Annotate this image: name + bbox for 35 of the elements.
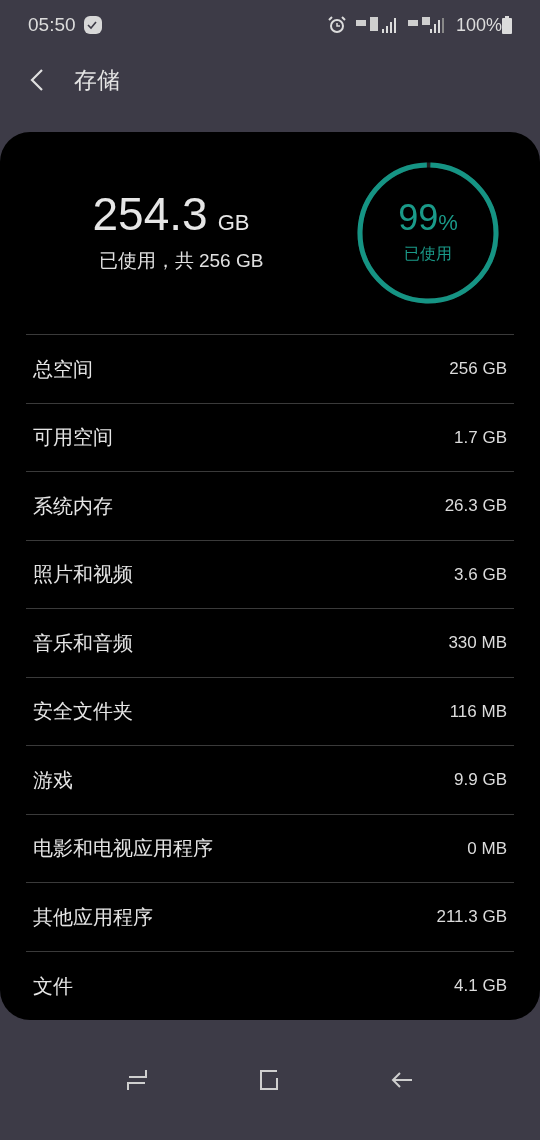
home-icon[interactable]: [259, 1070, 279, 1090]
storage-size: 9.9 GB: [454, 769, 507, 791]
storage-category[interactable]: 音乐和音频: [33, 627, 133, 658]
battery-icon: [502, 16, 512, 34]
storage-size: 3.6 GB: [454, 563, 507, 586]
notification-icon: [83, 16, 102, 34]
status-time: 05:50: [28, 12, 76, 37]
used-amount: 254.3: [92, 190, 208, 237]
storage-category[interactable]: 电影和电视应用程序: [33, 833, 213, 864]
storage-size: 4.1 GB: [454, 975, 507, 997]
storage-category[interactable]: 系统内存: [33, 490, 113, 521]
storage-category[interactable]: 其他应用程序: [33, 901, 153, 932]
storage-category[interactable]: 可用空间: [33, 422, 113, 453]
storage-category[interactable]: 游戏: [33, 764, 73, 795]
storage-category[interactable]: 安全文件夹: [33, 696, 133, 727]
storage-size: 1.7 GB: [454, 426, 507, 449]
storage-size: 0 MB: [467, 837, 507, 860]
storage-size: 26.3 GB: [444, 495, 507, 517]
usage-percent: 99: [398, 200, 439, 236]
storage-size: 330 MB: [448, 632, 507, 654]
page-title: 存储: [74, 65, 120, 95]
recents-icon[interactable]: [125, 1069, 148, 1091]
storage-size: 211.3 GB: [436, 906, 507, 928]
used-caption: 已使用，共 256 GB: [98, 248, 264, 273]
percent-sign: %: [438, 212, 458, 234]
usage-label: 已使用: [404, 244, 452, 264]
back-icon[interactable]: [390, 1070, 415, 1090]
battery-percent: 100%: [455, 13, 502, 37]
storage-category[interactable]: 文件: [33, 970, 73, 1001]
storage-size: 256 GB: [449, 358, 507, 380]
storage-size: 116 MB: [449, 700, 507, 723]
storage-category[interactable]: 照片和视频: [33, 559, 133, 590]
storage-category[interactable]: 总空间: [33, 353, 93, 384]
alarm-icon: [327, 16, 346, 34]
used-unit: GB: [217, 208, 250, 237]
